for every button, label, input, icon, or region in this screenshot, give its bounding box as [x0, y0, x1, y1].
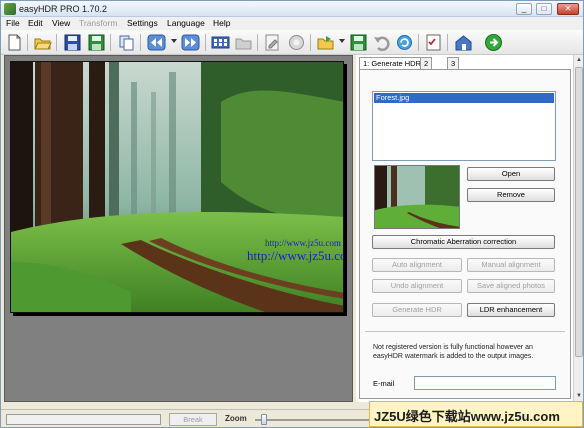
app-logo-icon [4, 3, 16, 15]
menu-view[interactable]: View [52, 18, 70, 28]
save-aligned-photos-button[interactable]: Save aligned photos [467, 279, 555, 293]
window-title: easyHDR PRO 1.70.2 [19, 4, 108, 14]
toolbar-separator [310, 34, 311, 51]
menu-bar: File Edit View Transform Settings Langua… [1, 17, 583, 30]
toolbar-separator [257, 34, 258, 51]
list-item-forest[interactable]: Forest.jpg [374, 93, 554, 103]
home-icon[interactable] [454, 33, 473, 52]
menu-settings[interactable]: Settings [127, 18, 158, 28]
break-button[interactable]: Break [169, 413, 217, 426]
film-icon[interactable] [211, 33, 230, 52]
menu-language[interactable]: Language [167, 18, 205, 28]
toolbar-separator [27, 34, 28, 51]
tab-3[interactable]: 3 [447, 57, 460, 69]
open-button[interactable]: Open [467, 167, 555, 181]
refresh-icon[interactable] [395, 33, 414, 52]
zoom-slider[interactable] [255, 414, 375, 425]
save-as-icon[interactable] [87, 33, 106, 52]
generate-hdr-button[interactable]: Generate HDR [372, 303, 462, 317]
registration-notice: Not registered version is fully function… [373, 344, 534, 360]
progress-bar [6, 414, 161, 425]
toolbar-separator [205, 34, 206, 51]
toolbar-separator [110, 34, 111, 51]
site-badge-text: JZ5U绿色下载站www.jz5u.com [374, 409, 560, 424]
app-window: easyHDR PRO 1.70.2 _ □ ✕ File Edit View … [0, 0, 584, 428]
folder-disabled-icon[interactable] [234, 33, 253, 52]
toolbar-separator [418, 34, 419, 51]
toolbar [1, 30, 583, 55]
forest-photo: http://www.jz5u.com http://www.jz5u.com [10, 61, 344, 313]
maximize-button[interactable]: □ [536, 3, 552, 15]
save-icon[interactable] [63, 33, 82, 52]
scroll-up-icon[interactable]: ▲ [575, 56, 583, 64]
close-button[interactable]: ✕ [557, 3, 579, 15]
toolbar-separator [447, 34, 448, 51]
undo-icon[interactable] [372, 33, 391, 52]
new-document-icon[interactable] [5, 33, 24, 52]
email-field[interactable] [414, 376, 556, 390]
rewind-dropdown-arrow[interactable] [171, 39, 177, 43]
toolbar-separator [140, 34, 141, 51]
undo-alignment-button[interactable]: Undo alignment [372, 279, 462, 293]
file-list[interactable]: Forest.jpg [372, 91, 556, 161]
save-green-icon[interactable] [349, 33, 368, 52]
manual-alignment-button[interactable]: Manual alignment [467, 258, 555, 272]
divider [365, 331, 565, 332]
forward-icon[interactable] [181, 33, 200, 52]
checklist-icon[interactable] [424, 33, 443, 52]
open-folder-icon[interactable] [33, 33, 52, 52]
circle-icon[interactable] [287, 33, 306, 52]
email-label: E-mail [373, 379, 395, 388]
edit-icon[interactable] [263, 33, 282, 52]
export-folder-icon[interactable] [316, 33, 335, 52]
zoom-slider-thumb[interactable] [260, 414, 267, 425]
ldr-enhancement-button[interactable]: LDR enhancement [467, 303, 555, 317]
scroll-thumb[interactable] [575, 67, 583, 357]
preview-thumbnail [374, 165, 460, 229]
copy-icon[interactable] [117, 33, 136, 52]
site-badge: JZ5U绿色下载站www.jz5u.com [369, 401, 583, 427]
watermark-large: http://www.jz5u.com [247, 248, 343, 263]
export-dropdown-arrow[interactable] [339, 39, 345, 43]
menu-help[interactable]: Help [213, 18, 230, 28]
title-bar: easyHDR PRO 1.70.2 _ □ ✕ [1, 1, 583, 17]
image-canvas[interactable]: http://www.jz5u.com http://www.jz5u.com [4, 55, 353, 402]
rewind-icon[interactable] [147, 33, 166, 52]
chromatic-aberration-button[interactable]: Chromatic Aberration correction [372, 235, 555, 249]
go-icon[interactable] [484, 33, 503, 52]
panel-scrollbar[interactable]: ▲ ▼ [573, 55, 583, 402]
remove-button[interactable]: Remove [467, 188, 555, 202]
tab-2[interactable]: 2 [420, 57, 433, 69]
toolbar-separator [56, 34, 57, 51]
menu-file[interactable]: File [6, 18, 20, 28]
menu-transform[interactable]: Transform [79, 18, 117, 28]
auto-alignment-button[interactable]: Auto alignment [372, 258, 462, 272]
zoom-label: Zoom [225, 414, 247, 423]
zoom-slider-track [255, 419, 375, 421]
minimize-button[interactable]: _ [516, 3, 532, 15]
menu-edit[interactable]: Edit [28, 18, 43, 28]
scroll-down-icon[interactable]: ▼ [575, 392, 583, 400]
watermark-small: http://www.jz5u.com [265, 238, 341, 248]
